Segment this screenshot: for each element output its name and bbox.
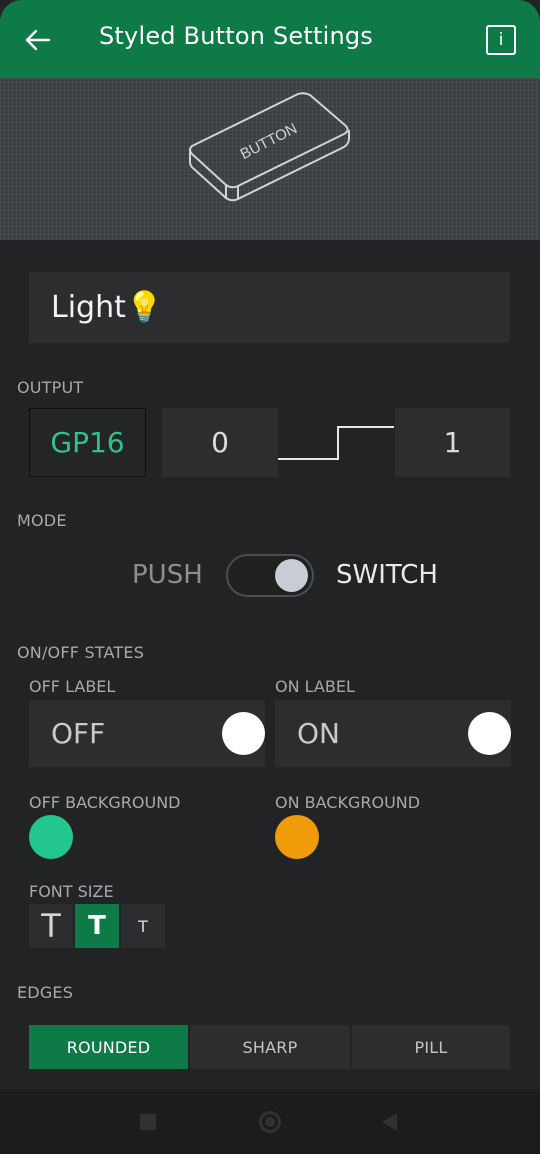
mode-push-label[interactable]: PUSH: [132, 560, 203, 590]
font-size-small-button[interactable]: T: [121, 904, 165, 948]
on-background-title: ON BACKGROUND: [275, 793, 421, 812]
on-label-color-picker[interactable]: [468, 712, 511, 755]
pin-selector[interactable]: GP16: [29, 408, 146, 477]
info-icon: i: [498, 30, 504, 50]
button-widget-icon: BUTTON: [189, 92, 350, 202]
output-section-label: OUTPUT: [17, 378, 84, 397]
states-section-label: ON/OFF STATES: [17, 643, 145, 662]
font-size-large-button[interactable]: T: [29, 904, 73, 948]
app-bar: Styled Button Settings i: [0, 0, 540, 78]
info-button[interactable]: i: [486, 25, 516, 55]
on-label-value: ON: [297, 717, 340, 750]
mode-switch-label[interactable]: SWITCH: [336, 560, 438, 590]
back-triangle-icon[interactable]: [382, 1113, 397, 1131]
on-label-input[interactable]: ON: [275, 700, 511, 767]
mode-toggle[interactable]: [226, 554, 314, 597]
high-value-input[interactable]: 1: [395, 408, 510, 477]
edges-section-label: EDGES: [17, 983, 74, 1002]
mode-section-label: MODE: [17, 511, 67, 530]
widget-preview: BUTTON: [0, 78, 540, 240]
off-label-title: OFF LABEL: [29, 677, 116, 696]
on-label-title: ON LABEL: [275, 677, 355, 696]
page-title: Styled Button Settings: [99, 22, 374, 50]
off-background-swatch[interactable]: [29, 815, 73, 859]
font-size-title: FONT SIZE: [29, 882, 114, 901]
off-label-input[interactable]: OFF: [29, 700, 265, 767]
system-nav-bar: [0, 1089, 540, 1154]
edge-pill-button[interactable]: PILL: [352, 1025, 510, 1069]
step-signal-icon: [278, 426, 394, 460]
home-icon[interactable]: [259, 1111, 281, 1133]
toggle-knob: [275, 559, 308, 592]
off-label-color-picker[interactable]: [222, 712, 265, 755]
widget-name-input[interactable]: Light💡: [29, 272, 510, 343]
off-label-value: OFF: [51, 717, 106, 750]
off-background-title: OFF BACKGROUND: [29, 793, 181, 812]
recents-icon[interactable]: [140, 1114, 156, 1130]
back-button[interactable]: [20, 22, 56, 58]
edge-sharp-button[interactable]: SHARP: [190, 1025, 350, 1069]
on-background-swatch[interactable]: [275, 815, 319, 859]
screen: Styled Button Settings i BUTTON Light💡 O…: [0, 0, 540, 1154]
edge-rounded-button[interactable]: ROUNDED: [29, 1025, 188, 1069]
low-value-input[interactable]: 0: [162, 408, 278, 477]
arrow-left-icon: [25, 29, 51, 51]
preview-button-text: BUTTON: [238, 120, 300, 163]
font-size-medium-button[interactable]: T: [75, 904, 119, 948]
